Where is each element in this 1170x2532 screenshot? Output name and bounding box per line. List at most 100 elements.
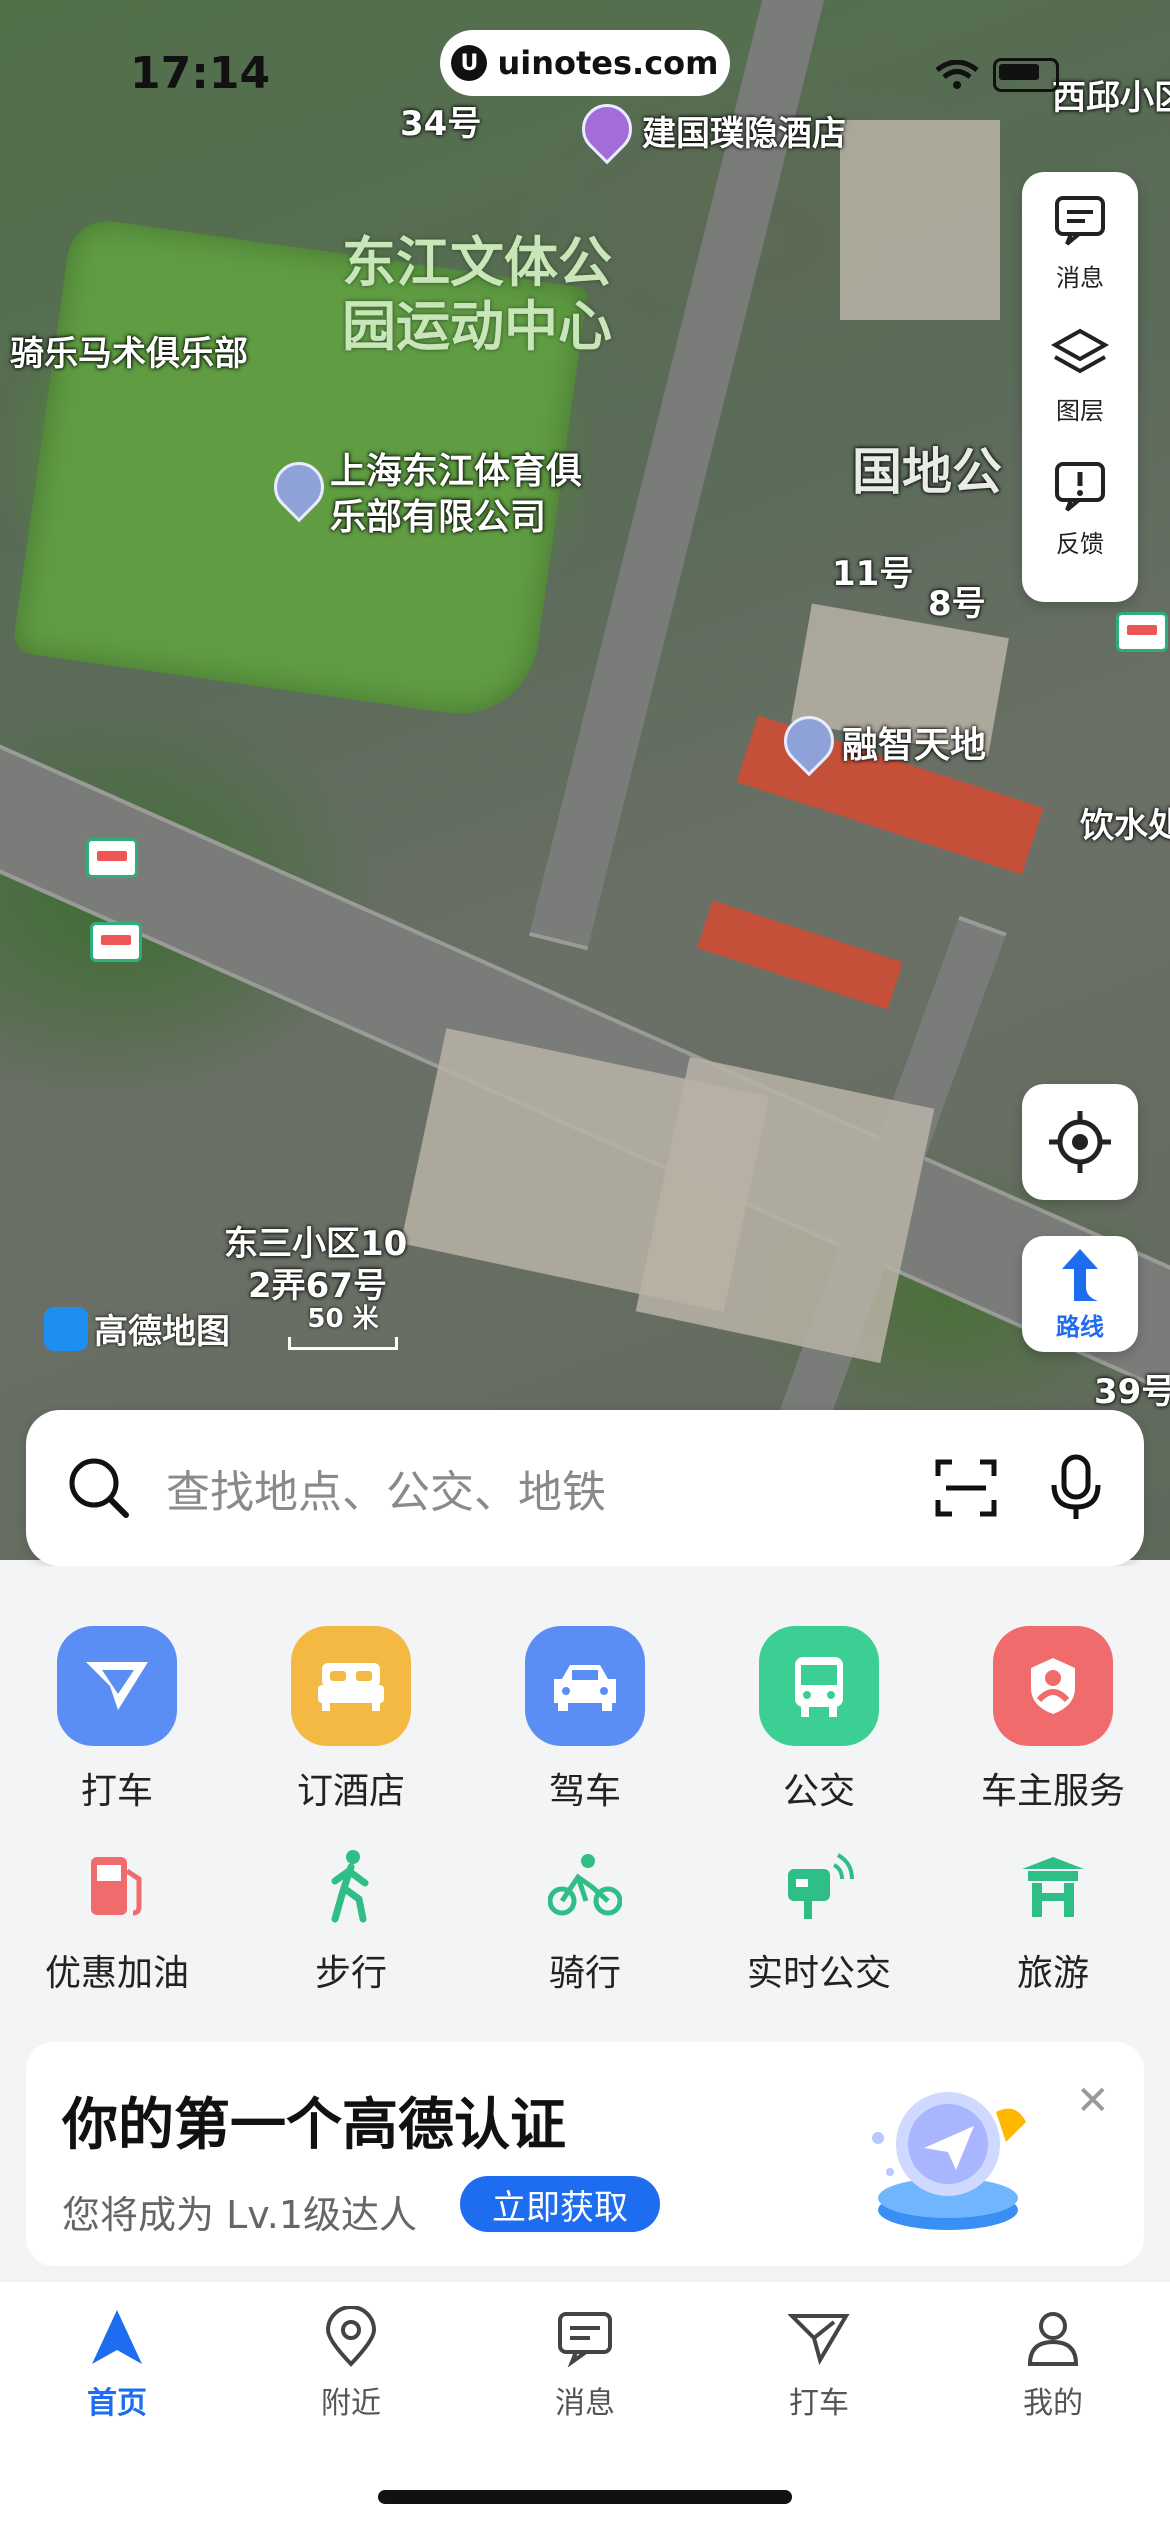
map-label[interactable]: 乐部有限公司 <box>330 488 546 540</box>
bus-icon <box>759 1626 879 1746</box>
messages-tool[interactable]: 消息 <box>1049 190 1111 293</box>
route-arrow-icon <box>1062 1248 1098 1301</box>
amap-logo-icon <box>44 1306 88 1351</box>
service-bus[interactable]: 公交 <box>702 1626 936 1814</box>
amap-brand: 高德地图 <box>44 1304 230 1353</box>
promo-subtitle: 您将成为 Lv.1级达人 <box>62 2193 418 2237</box>
profile-icon <box>1027 2312 1079 2366</box>
service-label: 旅游 <box>1016 1953 1089 1994</box>
bike-icon <box>545 1846 625 1926</box>
service-hotel[interactable]: 订酒店 <box>234 1626 468 1814</box>
status-time: 17:14 <box>130 48 271 99</box>
feedback-icon <box>1055 462 1105 512</box>
map-tools-panel: 消息 图层 反馈 <box>1022 172 1138 602</box>
tab-profile[interactable]: 我的 <box>936 2306 1170 2422</box>
map-label: 西邱小区 <box>1052 78 1170 118</box>
layers-icon <box>1050 328 1110 374</box>
feedback-tool[interactable]: 反馈 <box>1049 456 1111 559</box>
watermark-logo-icon: U <box>451 45 488 81</box>
close-icon[interactable]: ✕ <box>1076 2078 1110 2124</box>
search-bar[interactable]: 查找地点、公交、地铁 <box>26 1410 1144 1566</box>
map-label: 39号 <box>1094 1372 1170 1412</box>
microphone-icon[interactable] <box>1048 1453 1104 1523</box>
route-button-label: 路线 <box>1056 1312 1104 1341</box>
owner-service-icon <box>993 1626 1113 1746</box>
service-label: 优惠加油 <box>44 1953 189 1994</box>
search-icon <box>69 1458 129 1518</box>
service-label: 实时公交 <box>746 1953 891 1994</box>
service-realtime-bus[interactable]: 实时公交 <box>702 1846 936 1996</box>
hotel-icon <box>291 1626 411 1746</box>
map-view[interactable]: 34号 建国璞隐酒店 东江文体公 园运动中心 骑乐马术俱乐部 上海东江体育俱 乐… <box>0 0 1170 1560</box>
service-bike[interactable]: 骑行 <box>468 1846 702 1996</box>
messages-tool-label: 消息 <box>1056 264 1104 292</box>
tab-taxi[interactable]: 打车 <box>702 2306 936 2422</box>
tab-label: 我的 <box>1023 2386 1083 2421</box>
map-label: 园运动中心 <box>342 295 612 358</box>
feedback-tool-label: 反馈 <box>1056 530 1104 558</box>
service-gas[interactable]: 优惠加油 <box>0 1846 234 1996</box>
tab-label: 首页 <box>87 2386 147 2421</box>
map-scale: 50 米 <box>288 1298 398 1350</box>
service-label: 订酒店 <box>296 1771 405 1812</box>
badge-illustration-icon <box>872 2092 1026 2230</box>
route-button[interactable]: 路线 <box>1022 1236 1138 1352</box>
tab-nearby[interactable]: 附近 <box>234 2306 468 2422</box>
travel-icon <box>1013 1846 1093 1926</box>
search-input[interactable]: 查找地点、公交、地铁 <box>166 1456 884 1520</box>
watermark: U uinotes.com <box>440 30 730 96</box>
service-walk[interactable]: 步行 <box>234 1846 468 1996</box>
map-label[interactable]: 骑乐马术俱乐部 <box>10 326 248 375</box>
map-label: 34号 <box>400 104 482 144</box>
promo-card[interactable]: 你的第一个高德认证 您将成为 Lv.1级达人 立即获取 ✕ <box>26 2042 1144 2266</box>
promo-claim-button[interactable]: 立即获取 <box>460 2176 660 2232</box>
tab-label: 打车 <box>789 2386 849 2421</box>
service-label: 车主服务 <box>980 1771 1125 1812</box>
taxi-icon <box>788 2314 850 2366</box>
map-scale-label: 50 米 <box>307 1304 379 1334</box>
map-label: 8号 <box>928 584 986 624</box>
secondary-services: 优惠加油 步行 骑行 实时公交 旅游 <box>0 1846 1170 1996</box>
tab-bar: 首页 附近 消息 打车 我的 <box>0 2282 1170 2532</box>
map-label[interactable]: 建国璞隐酒店 <box>642 106 846 155</box>
layers-tool[interactable]: 图层 <box>1049 323 1111 426</box>
service-travel[interactable]: 旅游 <box>936 1846 1170 1996</box>
watermark-text: uinotes.com <box>497 44 719 82</box>
nearby-pin-icon <box>325 2306 377 2367</box>
scan-icon[interactable] <box>934 1456 998 1520</box>
taxi-icon <box>57 1626 177 1746</box>
tab-label: 附近 <box>321 2386 381 2421</box>
bus-stop-icon[interactable] <box>90 922 142 962</box>
service-owner[interactable]: 车主服务 <box>936 1626 1170 1814</box>
status-icons <box>935 58 1059 92</box>
map-scale-bar <box>288 1337 398 1350</box>
service-taxi[interactable]: 打车 <box>0 1626 234 1814</box>
bus-stop-icon[interactable] <box>86 838 138 878</box>
locate-button[interactable] <box>1022 1084 1138 1200</box>
promo-title: 你的第一个高德认证 <box>62 2093 566 2158</box>
home-indicator <box>378 2490 792 2504</box>
map-label: 国地公 <box>852 443 1002 501</box>
tab-messages[interactable]: 消息 <box>468 2306 702 2422</box>
wifi-icon <box>935 60 979 89</box>
car-icon <box>525 1626 645 1746</box>
walk-icon <box>311 1846 391 1926</box>
gas-icon <box>77 1846 157 1926</box>
bus-stop-icon[interactable] <box>1116 612 1168 652</box>
layers-tool-label: 图层 <box>1056 397 1104 425</box>
service-label: 公交 <box>782 1771 855 1812</box>
tab-home[interactable]: 首页 <box>0 2306 234 2422</box>
hotel-pin-icon[interactable] <box>571 93 643 165</box>
service-label: 骑行 <box>548 1953 621 1994</box>
realtime-bus-icon <box>779 1846 859 1926</box>
map-label[interactable]: 融智天地 <box>842 716 986 768</box>
tab-label: 消息 <box>555 2386 615 2421</box>
message-icon <box>558 2312 612 2368</box>
locate-icon <box>1049 1111 1111 1173</box>
home-nav-icon <box>92 2310 142 2364</box>
map-label[interactable]: 上海东江体育俱 <box>330 442 582 494</box>
map-label: 11号 <box>832 554 914 594</box>
amap-brand-text: 高德地图 <box>94 1312 230 1352</box>
building-block <box>635 1056 935 1364</box>
service-drive[interactable]: 驾车 <box>468 1626 702 1814</box>
